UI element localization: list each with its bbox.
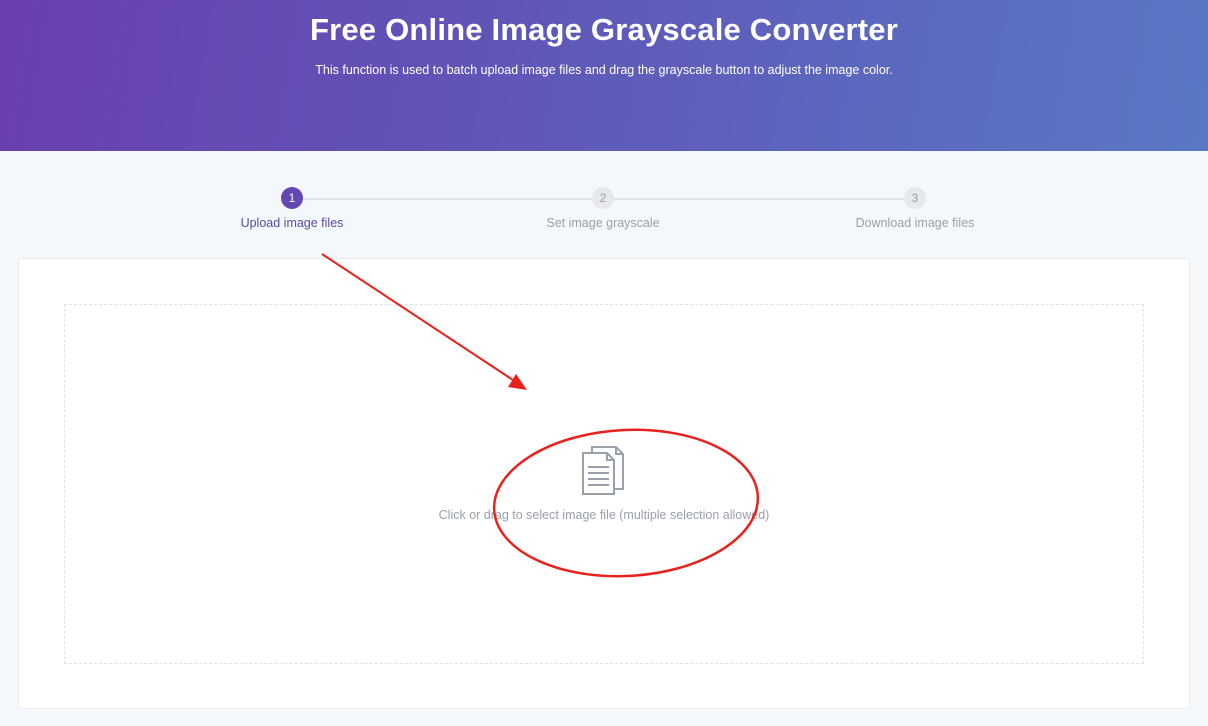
- step-upload: 1 Upload image files: [192, 187, 392, 230]
- drop-zone-text: Click or drag to select image file (mult…: [438, 508, 770, 522]
- file-drop-zone[interactable]: Click or drag to select image file (mult…: [64, 304, 1144, 664]
- step-indicator: 1 Upload image files 2 Set image graysca…: [0, 151, 1208, 256]
- step-label: Upload image files: [240, 216, 344, 230]
- page-subtitle: This function is used to batch upload im…: [315, 63, 893, 77]
- step-number: 3: [904, 187, 926, 209]
- page-title: Free Online Image Grayscale Converter: [309, 12, 899, 47]
- step-number: 2: [592, 187, 614, 209]
- step-number: 1: [281, 187, 303, 209]
- step-label: Download image files: [855, 216, 975, 230]
- page-header: Free Online Image Grayscale Converter Th…: [0, 0, 1208, 151]
- step-label: Set image grayscale: [546, 216, 660, 230]
- upload-panel: Click or drag to select image file (mult…: [18, 258, 1190, 709]
- step-download: 3 Download image files: [815, 187, 1015, 230]
- document-icon: [582, 446, 624, 495]
- step-set-grayscale: 2 Set image grayscale: [503, 187, 703, 230]
